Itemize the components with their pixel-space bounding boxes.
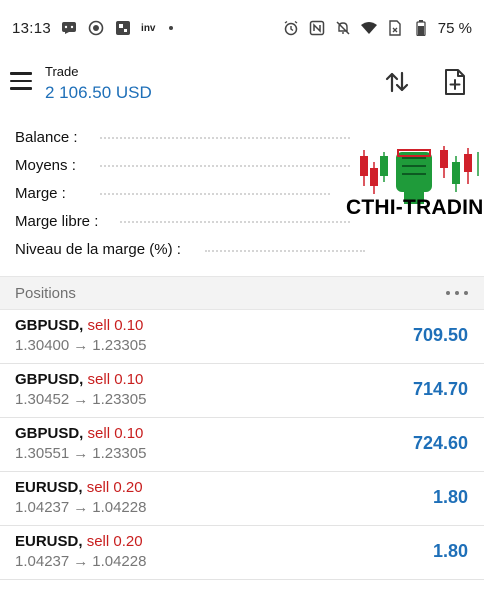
position-profit: 709.50 xyxy=(412,325,468,345)
record-icon xyxy=(87,19,105,37)
position-prices: 1.30551 → 1.23305 xyxy=(15,445,146,462)
position-row[interactable]: GBPUSD, sell 0.10 1.30400 → 1.23305 709.50 xyxy=(0,310,484,364)
position-symbol: GBPUSD, xyxy=(15,425,84,442)
position-row[interactable]: EURUSD, sell 0.20 1.04237 → 1.04228 1.80 xyxy=(0,472,484,526)
open-price: 1.04237 xyxy=(15,499,70,516)
position-title: GBPUSD, sell 0.10 xyxy=(15,317,143,334)
position-prices: 1.30452 → 1.23305 xyxy=(15,391,146,408)
price-arrow-icon: → xyxy=(73,499,89,516)
price-arrow-icon: → xyxy=(73,391,89,408)
status-inv-text: inv xyxy=(141,22,156,34)
position-symbol: GBPUSD, xyxy=(15,317,84,334)
free-margin-dots xyxy=(120,221,350,223)
current-price: 1.04228 xyxy=(92,553,147,570)
balance-label: Balance : xyxy=(15,128,78,146)
margin-label: Marge : xyxy=(15,184,66,202)
current-price: 1.23305 xyxy=(92,391,147,408)
positions-title: Positions xyxy=(15,285,76,302)
margin-level-label: Niveau de la marge (%) : xyxy=(15,240,181,258)
app-icon xyxy=(114,19,132,37)
position-profit: 724.60 xyxy=(412,433,468,453)
open-price: 1.04237 xyxy=(15,553,70,570)
battery-icon xyxy=(412,19,430,37)
balance-dots xyxy=(100,137,350,139)
price-arrow-icon: → xyxy=(73,553,89,570)
hamburger-menu-icon[interactable] xyxy=(10,68,36,94)
open-price: 1.30400 xyxy=(15,337,70,354)
position-profit: 714.70 xyxy=(412,379,468,399)
positions-list: GBPUSD, sell 0.10 1.30400 → 1.23305 709.50… xyxy=(0,310,484,580)
open-price: 1.30551 xyxy=(15,445,70,462)
position-symbol: EURUSD, xyxy=(15,479,83,496)
price-arrow-icon: → xyxy=(73,337,89,354)
position-title: GBPUSD, sell 0.10 xyxy=(15,425,143,442)
status-bar: 13:13 inv 75 % xyxy=(0,0,484,56)
app-header: Trade 2 106.50 USD xyxy=(0,56,484,112)
position-title: EURUSD, sell 0.20 xyxy=(15,479,143,496)
more-dots-icon[interactable] xyxy=(446,285,468,301)
account-summary: Balance : Moyens : Marge : Marge libre :… xyxy=(0,124,484,272)
position-symbol: GBPUSD, xyxy=(15,371,84,388)
positions-header: Positions xyxy=(0,276,484,310)
position-side: sell 0.10 xyxy=(87,425,144,442)
position-side: sell 0.10 xyxy=(87,317,144,334)
balance-subtitle: 2 106.50 USD xyxy=(45,83,152,102)
position-side: sell 0.20 xyxy=(86,479,143,496)
equity-dots xyxy=(100,165,350,167)
free-margin-label: Marge libre : xyxy=(15,212,99,230)
battery-percentage: 75 % xyxy=(437,19,472,37)
position-title: GBPUSD, sell 0.10 xyxy=(15,371,143,388)
messenger-icon xyxy=(60,19,78,37)
new-order-icon[interactable] xyxy=(441,68,469,96)
margin-dots xyxy=(100,193,330,195)
position-profit: 1.80 xyxy=(432,541,468,561)
logo-text: CTHI-TRADIN xyxy=(346,196,484,219)
mute-icon xyxy=(334,19,352,37)
current-price: 1.23305 xyxy=(92,445,147,462)
position-profit: 1.80 xyxy=(432,487,468,507)
margin-level-dots xyxy=(205,250,365,252)
position-prices: 1.04237 → 1.04228 xyxy=(15,553,146,570)
sim-icon xyxy=(386,19,404,37)
position-prices: 1.30400 → 1.23305 xyxy=(15,337,146,354)
nfc-icon xyxy=(308,19,326,37)
status-time: 13:13 xyxy=(12,19,52,37)
position-symbol: EURUSD, xyxy=(15,533,83,550)
current-price: 1.23305 xyxy=(92,337,147,354)
position-side: sell 0.20 xyxy=(86,533,143,550)
status-right: 75 % xyxy=(282,19,472,37)
position-row[interactable]: EURUSD, sell 0.20 1.04237 → 1.04228 1.80 xyxy=(0,526,484,580)
position-title: EURUSD, sell 0.20 xyxy=(15,533,143,550)
current-price: 1.04228 xyxy=(92,499,147,516)
position-row[interactable]: GBPUSD, sell 0.10 1.30551 → 1.23305 724.60 xyxy=(0,418,484,472)
page-title: Trade xyxy=(45,64,79,79)
position-row[interactable]: GBPUSD, sell 0.10 1.30452 → 1.23305 714.70 xyxy=(0,364,484,418)
status-left: 13:13 inv xyxy=(12,19,173,37)
position-side: sell 0.10 xyxy=(87,371,144,388)
wifi-icon xyxy=(360,19,378,37)
notification-dot-icon xyxy=(168,26,173,30)
open-price: 1.30452 xyxy=(15,391,70,408)
alarm-icon xyxy=(282,19,300,37)
sort-arrows-icon[interactable] xyxy=(383,68,411,96)
equity-label: Moyens : xyxy=(15,156,76,174)
price-arrow-icon: → xyxy=(73,445,89,462)
position-prices: 1.04237 → 1.04228 xyxy=(15,499,146,516)
